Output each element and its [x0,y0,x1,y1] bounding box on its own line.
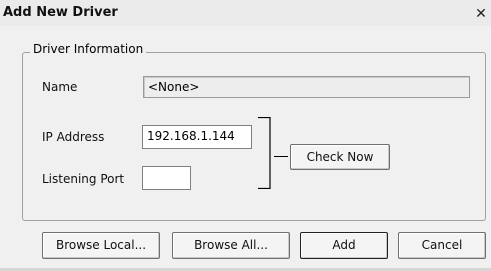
check-now-label: Check Now [306,150,374,164]
cancel-label: Cancel [421,238,463,252]
group-legend: Driver Information [30,42,147,56]
ip-address-label: IP Address [42,130,105,144]
listening-port-input[interactable] [142,166,191,190]
cancel-button[interactable]: Cancel [398,232,486,259]
browse-local-button[interactable]: Browse Local... [42,232,160,259]
close-icon[interactable]: ✕ [474,7,488,21]
browse-all-label: Browse All... [194,238,268,252]
window-title: Add New Driver [3,5,118,20]
title-bar[interactable]: Add New Driver ✕ [0,0,491,26]
name-field: <None> [143,76,470,98]
add-button[interactable]: Add [300,232,388,259]
check-now-button[interactable]: Check Now [290,144,390,170]
browse-local-label: Browse Local... [55,238,147,252]
group-bracket [258,117,271,189]
add-new-driver-dialog: Add New Driver ✕ Driver Information Name… [0,0,491,271]
bracket-connector [274,156,288,157]
ip-address-input[interactable]: 192.168.1.144 [142,125,252,149]
add-label: Add [332,238,356,252]
name-label: Name [42,80,78,94]
browse-all-button[interactable]: Browse All... [172,232,290,259]
listening-port-label: Listening Port [42,172,125,186]
